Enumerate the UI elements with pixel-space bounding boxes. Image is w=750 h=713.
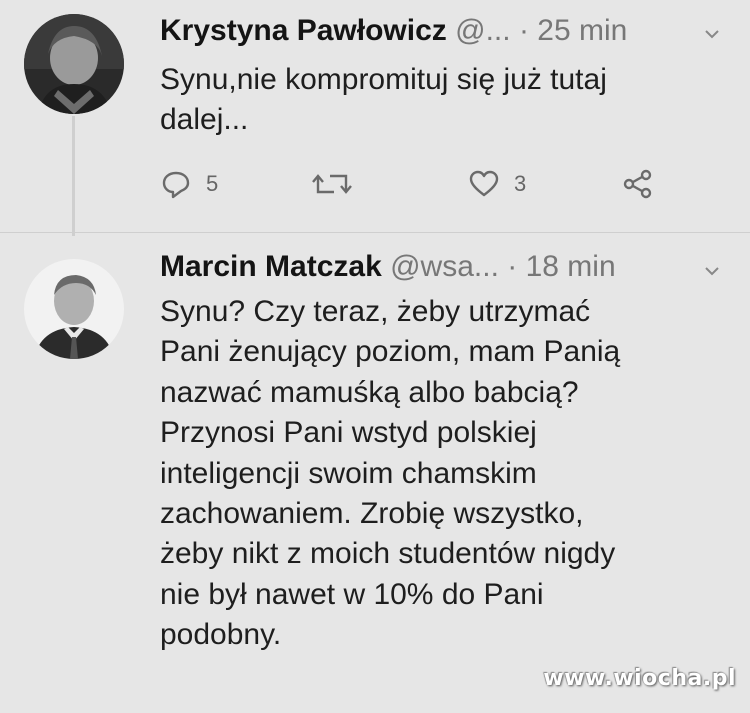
reply-icon [162,171,190,199]
author-name[interactable]: Marcin Matczak [160,250,382,283]
retweet-icon [312,174,352,194]
separator: · [518,14,529,47]
retweet-button[interactable] [312,166,366,202]
like-button[interactable]: 3 [468,166,526,202]
reply-button[interactable]: 5 [160,166,218,202]
avatar[interactable] [24,259,124,359]
reply-count: 5 [206,171,219,196]
tweet-krystyna: Krystyna Pawłowicz @... · 25 min Synu,ni… [0,0,750,236]
action-bar: 5 3 [160,166,680,202]
heart-icon [469,170,499,197]
author-name[interactable]: Krystyna Pawłowicz [160,14,447,47]
avatar-image [24,259,124,359]
like-count: 3 [514,171,527,196]
avatar[interactable] [24,14,124,114]
chevron-down-icon[interactable] [704,28,720,40]
author-handle[interactable]: @wsa... [390,250,499,283]
chevron-down-icon[interactable] [704,265,720,277]
author-handle[interactable]: @... [455,14,510,47]
tweet-header: Krystyna Pawłowicz @... · 25 min [160,13,627,49]
tweet-text: Synu? Czy teraz, żeby utrzymać Pani żenu… [160,295,621,652]
share-icon [623,169,652,199]
tweet-text: Synu,nie kompromituj się już tutaj dalej… [160,63,607,137]
share-button[interactable] [622,166,654,202]
watermark: www.wiocha.pl [543,666,736,691]
timestamp[interactable]: 25 min [537,14,627,47]
tweet-header: Marcin Matczak @wsa... · 18 min [160,249,616,285]
separator: · [507,250,518,283]
thread-line [72,116,75,236]
timestamp[interactable]: 18 min [526,250,616,283]
tweet-marcin: Marcin Matczak @wsa... · 18 min Synu? Cz… [0,233,750,713]
avatar-image [24,14,124,114]
